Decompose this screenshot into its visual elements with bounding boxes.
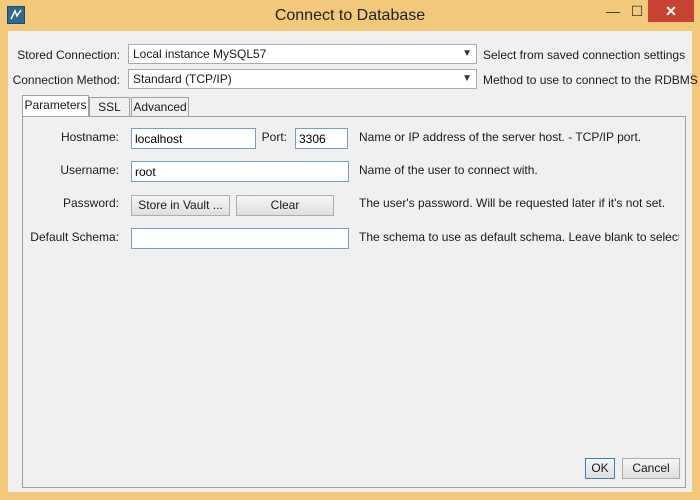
maximize-button[interactable]: ☐ [626, 0, 648, 22]
username-desc: Name of the user to connect with. [359, 163, 538, 177]
password-desc: The user's password. Will be requested l… [359, 196, 666, 210]
tab-ssl[interactable]: SSL [89, 97, 130, 116]
minimize-button[interactable]: — [600, 0, 626, 22]
port-label: Port: [261, 130, 287, 144]
hostname-desc: Name or IP address of the server host. -… [359, 130, 642, 144]
username-input[interactable] [131, 161, 349, 182]
tab-advanced[interactable]: Advanced [131, 97, 189, 116]
hostname-label: Hostname: [60, 130, 119, 144]
connection-method-select[interactable]: Standard (TCP/IP) ▼ [128, 69, 477, 89]
chevron-down-icon: ▼ [462, 73, 472, 84]
cancel-button[interactable]: Cancel [622, 458, 680, 479]
port-input[interactable] [295, 128, 348, 149]
default-schema-desc: The schema to use as default schema. Lea… [359, 230, 679, 244]
stored-connection-value: Local instance MySQL57 [133, 47, 267, 61]
stored-connection-select[interactable]: Local instance MySQL57 ▼ [128, 44, 477, 64]
connection-method-desc: Method to use to connect to the RDBMS [483, 73, 698, 87]
dialog-content: Stored Connection: Local instance MySQL5… [8, 31, 698, 492]
store-in-vault-button[interactable]: Store in Vault ... [131, 195, 230, 216]
parameters-panel: Hostname: Port: Name or IP address of th… [22, 116, 686, 488]
stored-connection-label: Stored Connection: [17, 48, 120, 62]
title-bar[interactable]: Connect to Database — ☐ ✕ [0, 0, 700, 31]
username-label: Username: [60, 163, 119, 177]
password-label: Password: [62, 196, 119, 210]
connection-method-label: Connection Method: [12, 73, 120, 87]
ok-button[interactable]: OK [585, 458, 615, 479]
close-button[interactable]: ✕ [648, 0, 694, 22]
window-title: Connect to Database [274, 7, 426, 24]
dialog-window: Connect to Database — ☐ ✕ Stored Connect… [0, 0, 700, 500]
tab-parameters[interactable]: Parameters [22, 95, 89, 116]
stored-connection-desc: Select from saved connection settings [483, 48, 686, 62]
hostname-input[interactable] [131, 128, 256, 149]
chevron-down-icon: ▼ [462, 48, 472, 59]
default-schema-label: Default Schema: [30, 230, 119, 244]
connection-method-value: Standard (TCP/IP) [133, 72, 232, 86]
clear-password-button[interactable]: Clear [236, 195, 334, 216]
default-schema-input[interactable] [131, 228, 349, 249]
